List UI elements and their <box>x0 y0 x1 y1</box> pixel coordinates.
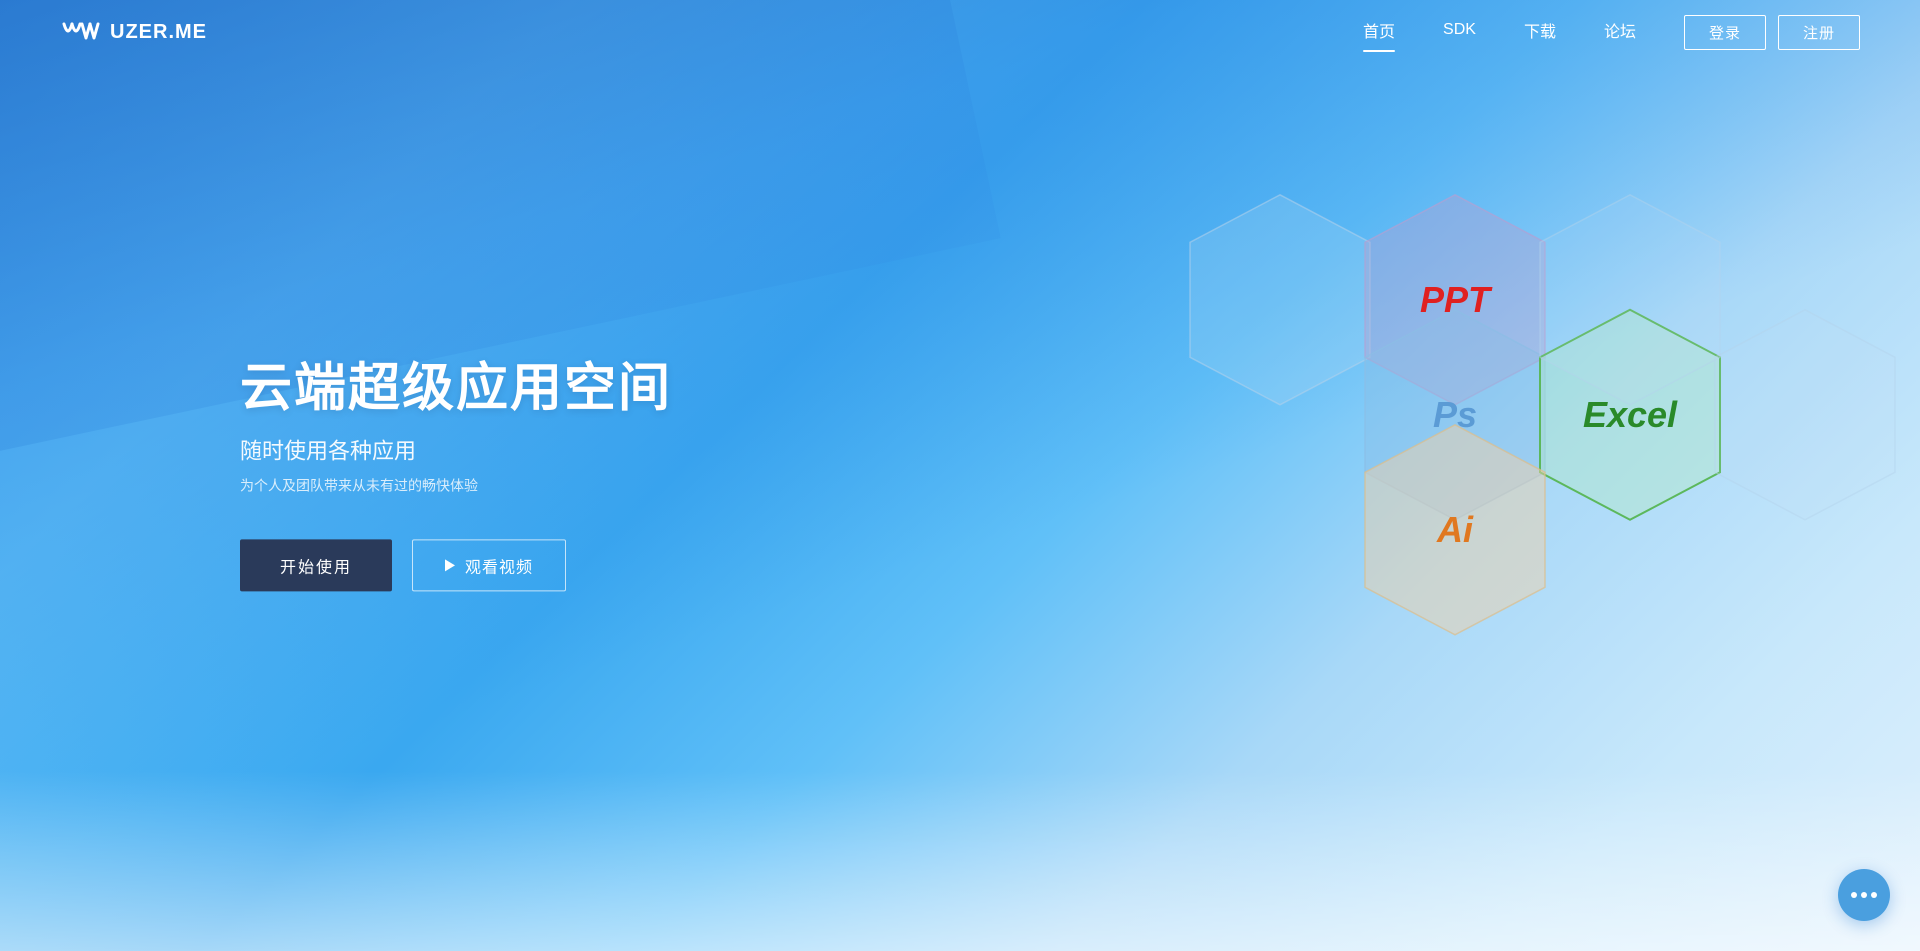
hex-ppt-label: PPT <box>1420 278 1490 320</box>
nav-link-forum[interactable]: 论坛 <box>1604 18 1636 46</box>
hex-ps-label: Ps <box>1433 393 1477 435</box>
hero-title: 云端超级应用空间 <box>240 360 672 417</box>
hex-cluster: PPT Ps Excel Ai <box>1140 184 1760 744</box>
play-icon <box>445 559 455 571</box>
hero-buttons: 开始使用 观看视频 <box>240 539 672 591</box>
nav-link-download[interactable]: 下载 <box>1524 18 1556 46</box>
nav-link-home[interactable]: 首页 <box>1363 18 1395 46</box>
hex-outline-tr <box>1530 184 1730 414</box>
logo-area: UZER.ME <box>60 18 207 46</box>
chat-bubble[interactable] <box>1838 869 1890 921</box>
register-button[interactable]: 注册 <box>1778 15 1860 50</box>
video-button[interactable]: 观看视频 <box>412 539 566 591</box>
chat-dot-2 <box>1861 892 1867 898</box>
hero-subtitle: 随时使用各种应用 <box>240 433 672 465</box>
chat-dots <box>1851 892 1877 898</box>
hex-ai-label: Ai <box>1437 508 1473 550</box>
nav-link-sdk[interactable]: SDK <box>1443 21 1476 43</box>
chat-dot-3 <box>1871 892 1877 898</box>
nav-links: 首页 SDK 下载 论坛 <box>1363 18 1636 46</box>
hex-excel-label: Excel <box>1583 393 1677 435</box>
hex-outline-br <box>1705 299 1905 529</box>
hero-desc: 为个人及团队带来从未有过的畅快体验 <box>240 475 672 495</box>
chat-dot-1 <box>1851 892 1857 898</box>
hex-outline-tl <box>1180 184 1380 414</box>
nav-buttons: 登录 注册 <box>1684 15 1860 50</box>
login-button[interactable]: 登录 <box>1684 15 1766 50</box>
video-button-label: 观看视频 <box>465 553 533 577</box>
hero-section: UZER.ME 首页 SDK 下载 论坛 登录 注册 云端超级应用空间 随时使用… <box>0 0 1920 951</box>
hero-content: 云端超级应用空间 随时使用各种应用 为个人及团队带来从未有过的畅快体验 开始使用… <box>240 360 672 591</box>
start-button[interactable]: 开始使用 <box>240 539 392 591</box>
logo-text: UZER.ME <box>110 21 207 44</box>
hex-ai: Ai <box>1355 414 1555 644</box>
navbar: UZER.ME 首页 SDK 下载 论坛 登录 注册 <box>0 0 1920 64</box>
logo-icon <box>60 18 100 46</box>
